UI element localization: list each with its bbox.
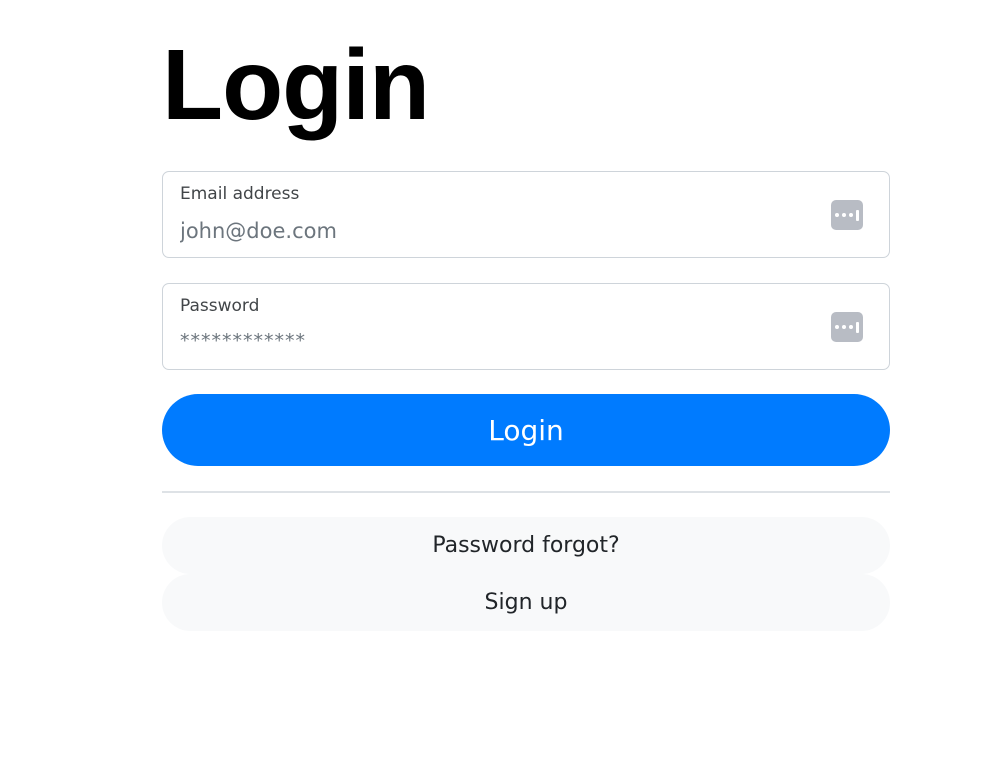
password-forgot-button[interactable]: Password forgot? bbox=[162, 517, 890, 574]
email-input[interactable] bbox=[180, 216, 810, 246]
password-input[interactable] bbox=[180, 326, 810, 356]
email-field[interactable]: Email address bbox=[162, 171, 890, 258]
page-title: Login bbox=[162, 29, 430, 141]
login-button[interactable]: Login bbox=[162, 394, 890, 466]
divider bbox=[162, 491, 890, 493]
password-label: Password bbox=[180, 296, 260, 316]
password-manager-key-icon[interactable] bbox=[831, 200, 863, 230]
email-label: Email address bbox=[180, 184, 300, 204]
sign-up-button[interactable]: Sign up bbox=[162, 574, 890, 631]
password-manager-key-icon[interactable] bbox=[831, 312, 863, 342]
password-field[interactable]: Password bbox=[162, 283, 890, 370]
